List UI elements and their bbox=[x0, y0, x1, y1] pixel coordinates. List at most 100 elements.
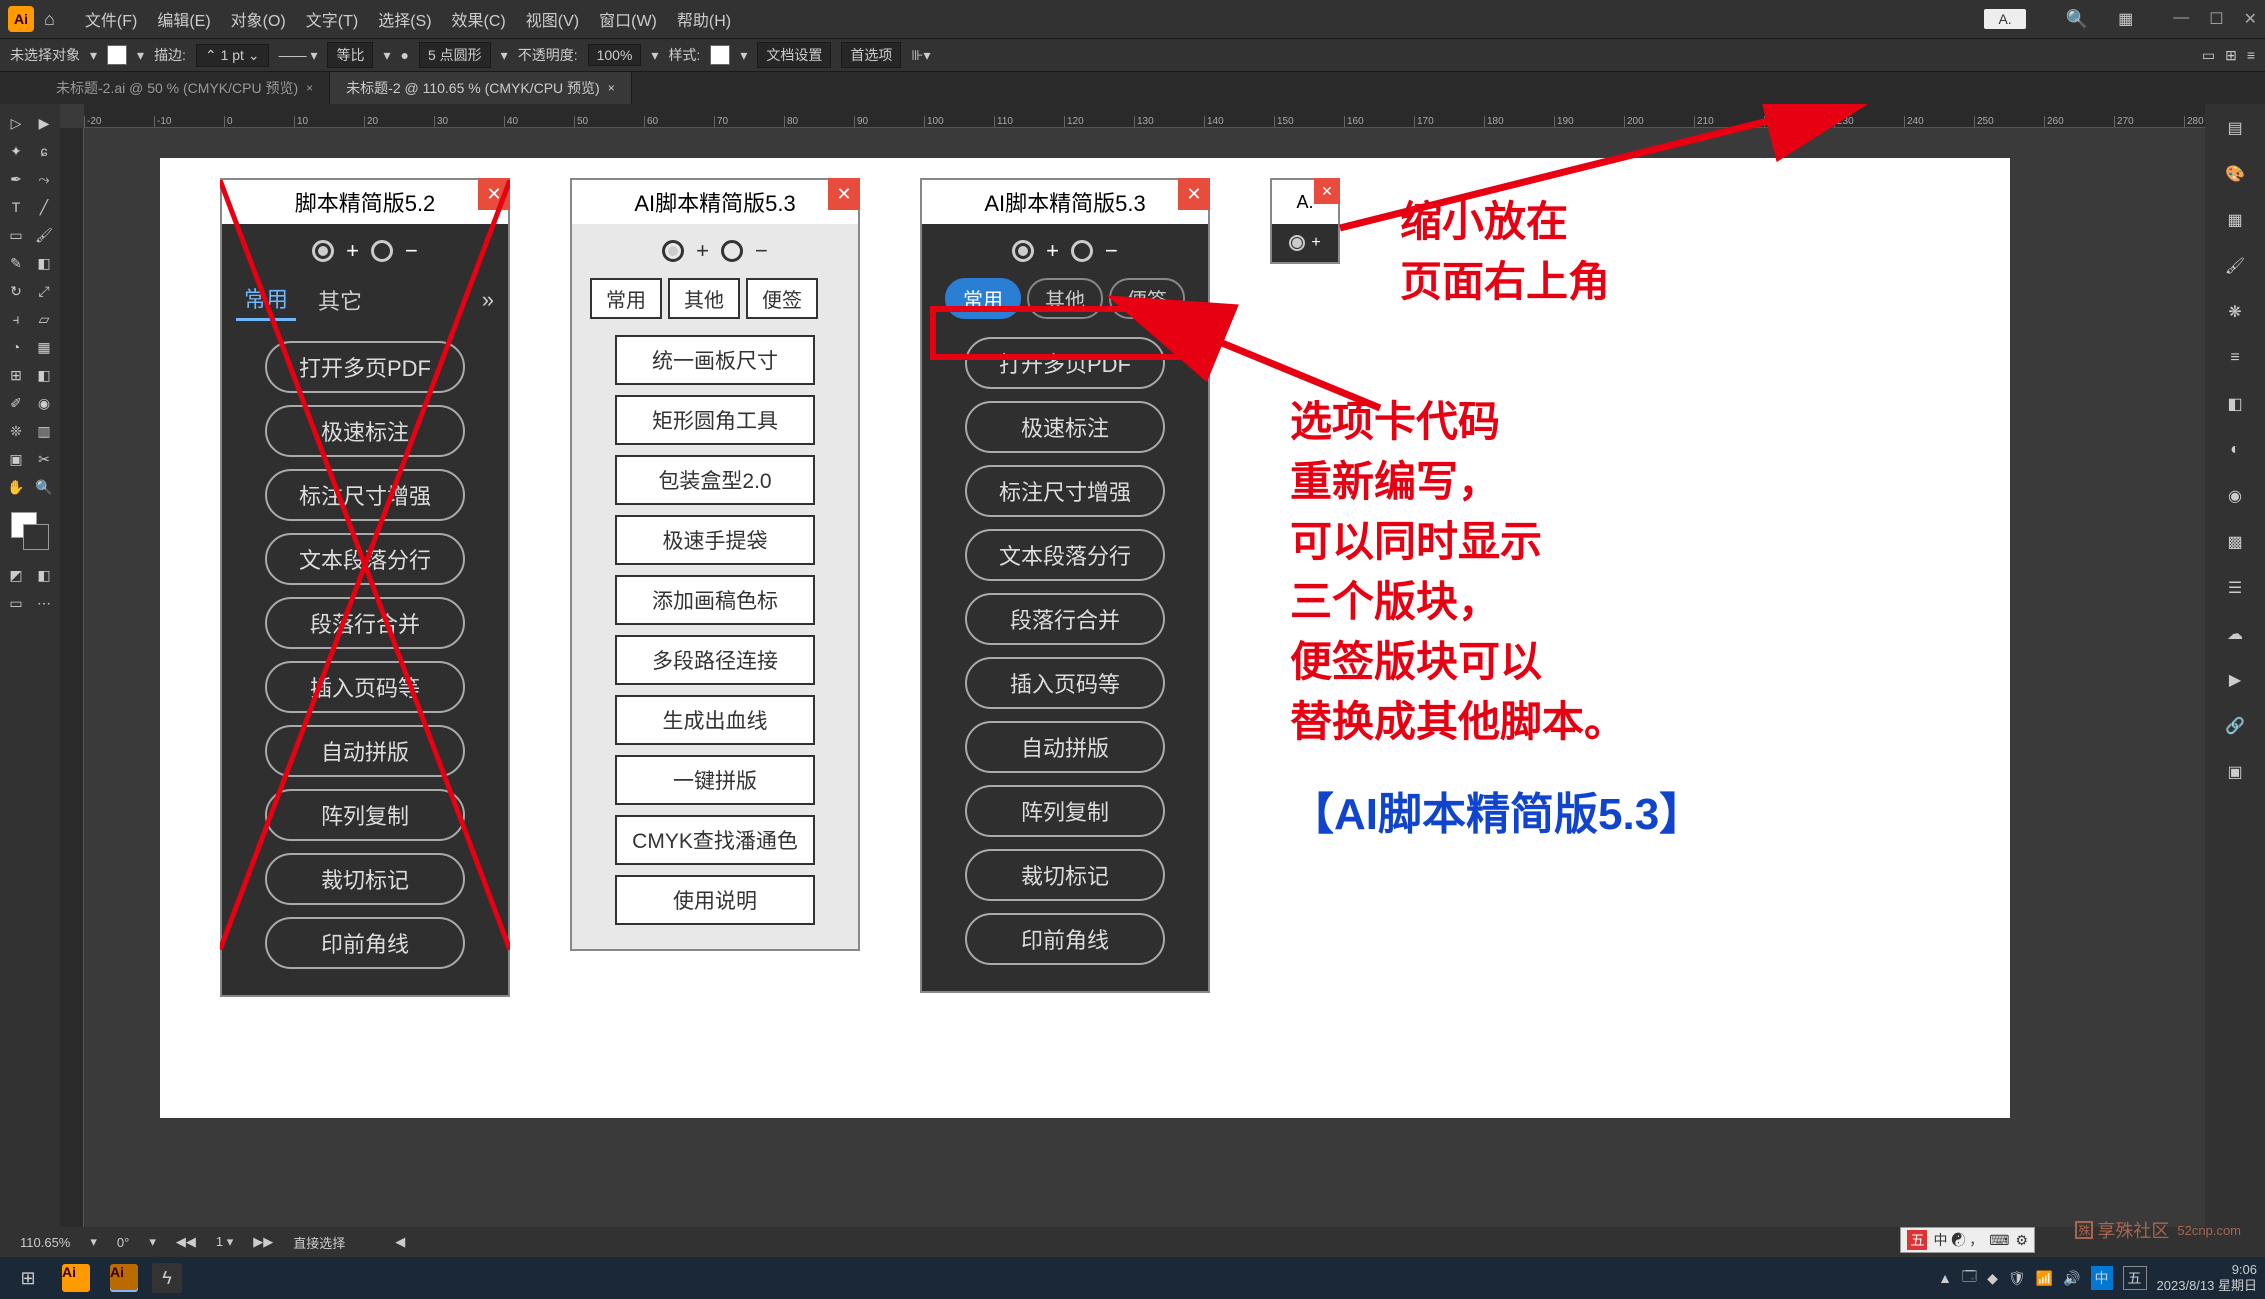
script-button[interactable]: 标注尺寸增强 bbox=[965, 465, 1165, 517]
script-button[interactable]: 统一画板尺寸 bbox=[615, 335, 815, 385]
stroke-panel-icon[interactable]: ≡ bbox=[2221, 344, 2249, 372]
properties-panel-icon[interactable]: ▤ bbox=[2221, 114, 2249, 142]
arrange-icon[interactable]: ▦ bbox=[2118, 9, 2133, 29]
ime-mode[interactable]: 中 ☯ ， bbox=[1933, 1230, 1983, 1250]
tab-common[interactable]: 常用 bbox=[590, 278, 662, 319]
plus-icon[interactable]: + bbox=[696, 238, 709, 264]
hand-tool[interactable]: ✋ bbox=[3, 474, 29, 500]
script-button[interactable]: 自动拼版 bbox=[965, 721, 1165, 773]
tray-volume-icon[interactable]: 🔊 bbox=[2063, 1270, 2080, 1287]
script-button[interactable]: 生成出血线 bbox=[615, 695, 815, 745]
menu-help[interactable]: 帮助(H) bbox=[677, 7, 731, 31]
brushes-panel-icon[interactable]: 🖌 bbox=[2221, 252, 2249, 280]
eraser-tool[interactable]: ◧ bbox=[31, 250, 57, 276]
artboard-nav-field[interactable]: 1 ▾ bbox=[216, 1234, 233, 1250]
zoom-tool[interactable]: 🔍 bbox=[31, 474, 57, 500]
shaper-tool[interactable]: ✎ bbox=[3, 250, 29, 276]
gradient-mode-icon[interactable]: ◧ bbox=[31, 562, 57, 588]
ime-icon[interactable]: 五 bbox=[1907, 1230, 1927, 1250]
script-button[interactable]: 文本段落分行 bbox=[965, 529, 1165, 581]
color-panel-icon[interactable]: 🎨 bbox=[2221, 160, 2249, 188]
task-illustrator[interactable]: Ai bbox=[56, 1261, 96, 1295]
script-button[interactable]: 阵列复制 bbox=[965, 785, 1165, 837]
artboard-tool[interactable]: ▣ bbox=[3, 446, 29, 472]
opacity-field[interactable]: 100% bbox=[588, 44, 642, 66]
script-button[interactable]: 裁切标记 bbox=[965, 849, 1165, 901]
eyedropper-tool[interactable]: ✐ bbox=[3, 390, 29, 416]
tab-doc-1[interactable]: 未标题-2.ai @ 50 % (CMYK/CPU 预览) × bbox=[40, 72, 330, 104]
swatches-panel-icon[interactable]: ▦ bbox=[2221, 206, 2249, 234]
selection-tool[interactable]: ▷ bbox=[3, 110, 29, 136]
perspective-tool[interactable]: ▦ bbox=[31, 334, 57, 360]
menu-view[interactable]: 视图(V) bbox=[526, 7, 579, 31]
start-button[interactable]: ⊞ bbox=[8, 1261, 48, 1295]
close-button[interactable]: ✕ bbox=[828, 178, 860, 210]
close-button[interactable]: ✕ bbox=[1178, 178, 1210, 210]
align-icon[interactable]: ⊪▾ bbox=[911, 47, 930, 64]
radio-icon[interactable] bbox=[1012, 240, 1034, 262]
script-button[interactable]: 印前角线 bbox=[965, 913, 1165, 965]
panel-menu-icon[interactable]: ≡ bbox=[2247, 47, 2255, 64]
tray-ime-icon[interactable]: 中 bbox=[2091, 1266, 2113, 1290]
taskbar-clock[interactable]: 9:06 2023/8/13 星期日 bbox=[2157, 1262, 2257, 1293]
radio-icon[interactable] bbox=[1071, 240, 1093, 262]
edit-toolbar-icon[interactable]: ⋯ bbox=[31, 590, 57, 616]
graph-tool[interactable]: ▥ bbox=[31, 418, 57, 444]
script-button[interactable]: CMYK查找潘通色 bbox=[615, 815, 815, 865]
close-button[interactable]: ✕ bbox=[1314, 178, 1340, 204]
search-icon[interactable]: 🔍 bbox=[2066, 9, 2088, 30]
script-button[interactable]: 使用说明 bbox=[615, 875, 815, 925]
rotate-tool[interactable]: ↻ bbox=[3, 278, 29, 304]
radio-icon[interactable] bbox=[721, 240, 743, 262]
menu-edit[interactable]: 编辑(E) bbox=[157, 7, 210, 31]
task-illustrator-active[interactable]: Ai bbox=[104, 1261, 144, 1295]
stroke-weight-field[interactable]: ⌃ 1 pt ⌄ bbox=[196, 44, 269, 67]
appearance-panel-icon[interactable]: ◉ bbox=[2221, 482, 2249, 510]
tray-icon[interactable]: 🗔 bbox=[1962, 1266, 1977, 1290]
artboard[interactable]: 脚本精简版5.2 ✕ + − 常用 其它 » bbox=[160, 158, 2010, 1118]
script-button[interactable]: 添加画稿色标 bbox=[615, 575, 815, 625]
panel-toggle-icon[interactable]: ▭ bbox=[2202, 47, 2215, 64]
tray-icon[interactable]: ▲ bbox=[1938, 1270, 1952, 1286]
window-minimize-icon[interactable]: — bbox=[2173, 9, 2189, 29]
tray-network-icon[interactable]: 📶 bbox=[2036, 1270, 2053, 1287]
screen-mode-icon[interactable]: ▭ bbox=[3, 590, 29, 616]
menu-effect[interactable]: 效果(C) bbox=[452, 7, 506, 31]
graphic-styles-panel-icon[interactable]: ▩ bbox=[2221, 528, 2249, 556]
menu-select[interactable]: 选择(S) bbox=[378, 7, 431, 31]
doc-title-chip[interactable]: A. bbox=[1984, 9, 2025, 29]
scroll-left-icon[interactable]: ◀ bbox=[395, 1234, 405, 1250]
actions-panel-icon[interactable]: ▶ bbox=[2221, 666, 2249, 694]
rectangle-tool[interactable]: ▭ bbox=[3, 222, 29, 248]
zoom-level[interactable]: 110.65% bbox=[20, 1235, 70, 1250]
radio-icon[interactable] bbox=[662, 240, 684, 262]
minus-icon[interactable]: − bbox=[755, 238, 768, 264]
brush-tool[interactable]: 🖌 bbox=[31, 222, 57, 248]
pen-tool[interactable]: ✒ bbox=[3, 166, 29, 192]
libraries-panel-icon[interactable]: ☁ bbox=[2221, 620, 2249, 648]
lasso-tool[interactable]: ɕ bbox=[31, 138, 57, 164]
ime-settings-icon[interactable]: ⚙ bbox=[2015, 1232, 2028, 1249]
tab-other[interactable]: 其他 bbox=[668, 278, 740, 319]
links-panel-icon[interactable]: 🔗 bbox=[2221, 712, 2249, 740]
symbol-sprayer-tool[interactable]: ❊ bbox=[3, 418, 29, 444]
artboard-nav-next-icon[interactable]: ▶▶ bbox=[253, 1234, 273, 1250]
home-icon[interactable]: ⌂ bbox=[44, 9, 55, 30]
free-transform-tool[interactable]: ▱ bbox=[31, 306, 57, 332]
plus-icon[interactable]: + bbox=[1046, 238, 1059, 264]
symbols-panel-icon[interactable]: ❋ bbox=[2221, 298, 2249, 326]
window-maximize-icon[interactable]: ☐ bbox=[2209, 9, 2223, 29]
tab-doc-2[interactable]: 未标题-2 @ 110.65 % (CMYK/CPU 预览) × bbox=[330, 72, 632, 104]
doc-setup-button[interactable]: 文档设置 bbox=[757, 42, 831, 68]
minus-icon[interactable]: − bbox=[1105, 238, 1118, 264]
ime-keyboard-icon[interactable]: ⌨ bbox=[1989, 1232, 2009, 1249]
script-button[interactable]: 一键拼版 bbox=[615, 755, 815, 805]
menu-object[interactable]: 对象(O) bbox=[231, 7, 286, 31]
artboards-panel-icon[interactable]: ▣ bbox=[2221, 758, 2249, 786]
tab-notes[interactable]: 便签 bbox=[746, 278, 818, 319]
script-button[interactable]: 极速手提袋 bbox=[615, 515, 815, 565]
menu-window[interactable]: 窗口(W) bbox=[599, 7, 657, 31]
radio-icon[interactable] bbox=[1289, 235, 1305, 251]
menu-file[interactable]: 文件(F) bbox=[85, 7, 137, 31]
tray-icon[interactable]: ◆ bbox=[1987, 1270, 1998, 1287]
